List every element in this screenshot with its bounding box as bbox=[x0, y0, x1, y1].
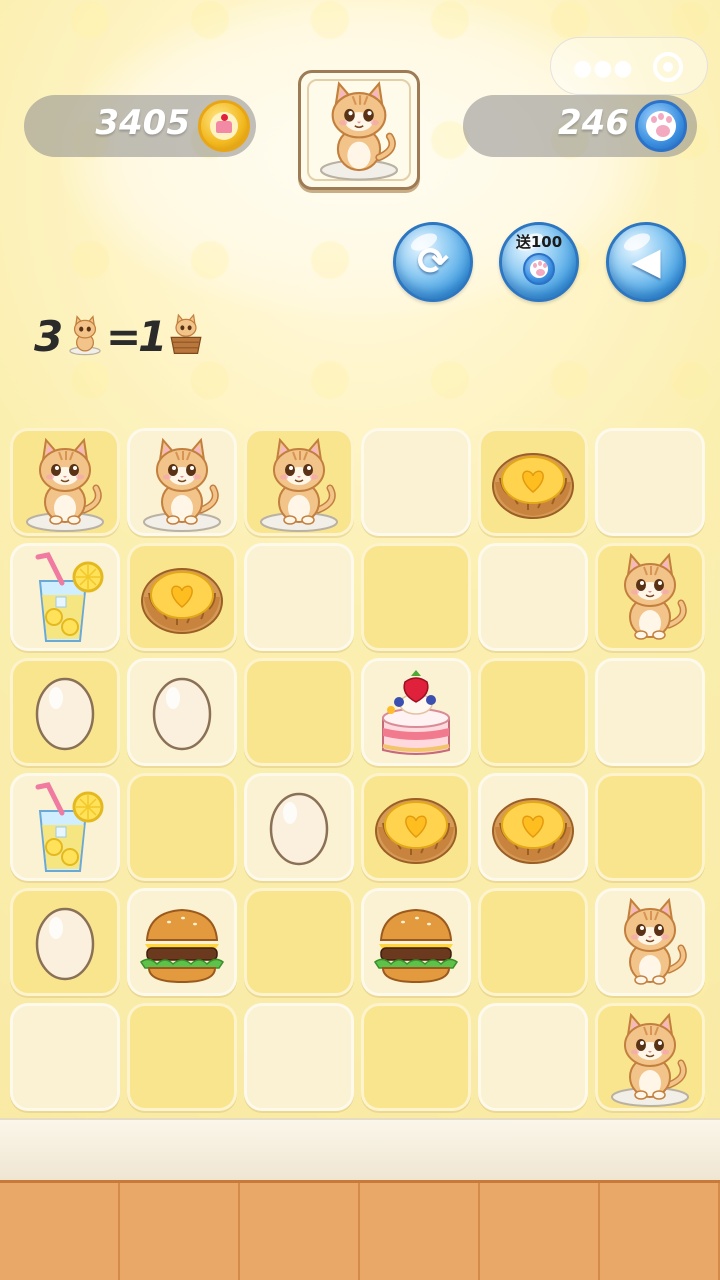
board-cell[interactable] bbox=[478, 773, 588, 881]
lemonade-icon bbox=[35, 782, 104, 872]
cat-icon bbox=[624, 897, 687, 985]
board-cell[interactable] bbox=[361, 543, 471, 651]
board-cell[interactable] bbox=[127, 428, 237, 536]
board-cell[interactable] bbox=[244, 428, 354, 536]
paw-token-icon bbox=[523, 253, 555, 285]
board-cell[interactable] bbox=[361, 658, 471, 766]
board-cell[interactable] bbox=[244, 888, 354, 996]
cake-coin-icon bbox=[198, 100, 250, 152]
cat-on-plate-icon bbox=[26, 437, 104, 532]
paw-token-count: 246 bbox=[558, 103, 629, 143]
board-cell[interactable] bbox=[478, 428, 588, 536]
cat-on-plate-icon bbox=[143, 437, 221, 532]
egg-tart-icon bbox=[141, 568, 223, 634]
board-cell[interactable] bbox=[478, 888, 588, 996]
undo-button[interactable]: ◀ bbox=[606, 222, 686, 302]
egg-tart-icon bbox=[492, 798, 574, 864]
egg-icon bbox=[152, 677, 212, 751]
cat-in-basket-icon bbox=[170, 313, 202, 354]
board-cell[interactable] bbox=[127, 1003, 237, 1111]
egg-icon bbox=[35, 677, 95, 751]
egg-tart-icon bbox=[375, 798, 457, 864]
gift-label: 送100 bbox=[515, 233, 563, 251]
egg-icon bbox=[35, 907, 95, 981]
board-cell[interactable] bbox=[127, 543, 237, 651]
paw-token-icon bbox=[635, 100, 687, 152]
board-cell[interactable] bbox=[10, 888, 120, 996]
cat-on-plate-icon bbox=[319, 81, 399, 181]
board-cell[interactable] bbox=[127, 888, 237, 996]
refresh-button[interactable]: ⟳ bbox=[393, 222, 473, 302]
board-cell[interactable] bbox=[595, 428, 705, 536]
board-cell[interactable] bbox=[10, 428, 120, 536]
cat-icon bbox=[624, 552, 687, 640]
board-cell[interactable] bbox=[595, 888, 705, 996]
coin-counter: 3405 bbox=[24, 95, 256, 157]
egg-icon bbox=[269, 792, 329, 866]
baseboard bbox=[0, 1118, 720, 1180]
cat-on-plate-icon bbox=[260, 437, 338, 532]
target-item-portrait bbox=[298, 70, 420, 190]
rule-right-count: 1 bbox=[138, 312, 168, 361]
board-cell[interactable] bbox=[361, 428, 471, 536]
board-cell[interactable] bbox=[244, 1003, 354, 1111]
cat-on-plate-icon bbox=[611, 1012, 689, 1107]
board-cell[interactable] bbox=[361, 773, 471, 881]
burger-icon bbox=[373, 908, 459, 984]
more-dots-icon[interactable]: ●●● bbox=[573, 56, 634, 81]
board-cell[interactable] bbox=[127, 658, 237, 766]
board-cell[interactable] bbox=[361, 1003, 471, 1111]
paw-token-counter: 246 bbox=[463, 95, 697, 157]
board-cell[interactable] bbox=[478, 1003, 588, 1111]
board-cell[interactable] bbox=[244, 543, 354, 651]
board-cell[interactable] bbox=[127, 773, 237, 881]
rule-left-count: 3 bbox=[34, 312, 64, 361]
board-cell[interactable] bbox=[478, 658, 588, 766]
arrow-left-icon: ◀ bbox=[631, 239, 661, 283]
board-cell[interactable] bbox=[595, 658, 705, 766]
board-cell[interactable] bbox=[244, 658, 354, 766]
gift-100-button[interactable]: 送100 bbox=[499, 222, 579, 302]
board-cell[interactable] bbox=[10, 543, 120, 651]
board-cell[interactable] bbox=[595, 543, 705, 651]
cat-on-plate-icon bbox=[69, 315, 101, 356]
board-cell[interactable] bbox=[595, 1003, 705, 1111]
rule-equals: = bbox=[106, 312, 142, 361]
refresh-arrows-icon: ⟳ bbox=[417, 239, 449, 283]
board-cell[interactable] bbox=[10, 658, 120, 766]
target-close-icon[interactable] bbox=[653, 52, 683, 82]
coin-count: 3405 bbox=[95, 103, 190, 143]
board-cell[interactable] bbox=[10, 773, 120, 881]
board-cell[interactable] bbox=[478, 543, 588, 651]
egg-tart-icon bbox=[492, 453, 574, 519]
mini-program-capsule: ●●● bbox=[550, 37, 708, 95]
game-board bbox=[10, 428, 710, 1112]
board-cell[interactable] bbox=[244, 773, 354, 881]
burger-icon bbox=[139, 908, 225, 984]
strawberry-cake-icon bbox=[382, 670, 450, 755]
board-cell[interactable] bbox=[10, 1003, 120, 1111]
board-cell[interactable] bbox=[361, 888, 471, 996]
lemonade-icon bbox=[35, 552, 104, 642]
board-cell[interactable] bbox=[595, 773, 705, 881]
wooden-floor bbox=[0, 1180, 720, 1280]
